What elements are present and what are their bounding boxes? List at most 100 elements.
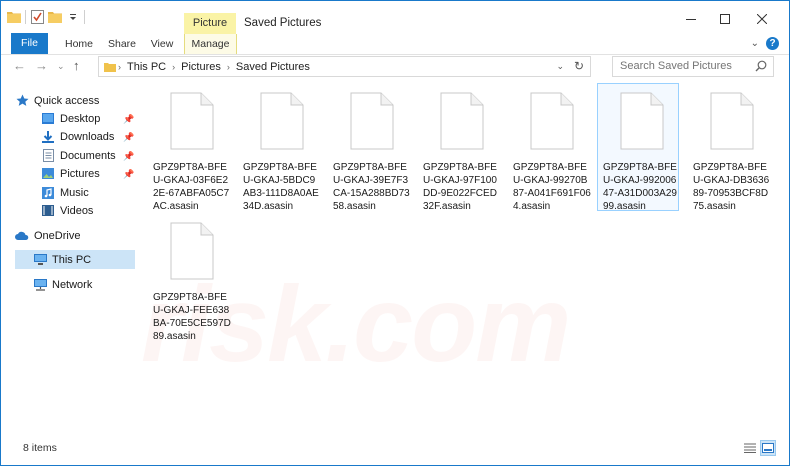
details-view-button[interactable] <box>742 440 758 456</box>
nav-network[interactable]: Network <box>15 275 135 294</box>
nav-pictures-label: Pictures <box>60 167 100 180</box>
maximize-icon <box>720 14 730 24</box>
folder-icon <box>7 10 21 24</box>
minimize-icon <box>686 19 696 20</box>
nav-music-label: Music <box>60 186 89 199</box>
file-item[interactable]: GPZ9PT8A-BFEU-GKAJ-5BDC9AB3-111D8A0AE34D… <box>239 85 321 213</box>
refresh-icon[interactable]: ↻ <box>574 59 584 73</box>
maximize-button[interactable] <box>715 11 735 27</box>
file-item[interactable]: GPZ9PT8A-BFEU-GKAJ-DB363689-70953BCF8D75… <box>689 85 771 213</box>
properties-icon[interactable] <box>30 10 44 24</box>
nav-network-label: Network <box>52 278 93 291</box>
file-item[interactable]: GPZ9PT8A-BFEU-GKAJ-99270B87-A041F691F064… <box>509 85 591 213</box>
blank-file-icon <box>710 92 754 150</box>
nav-this-pc-label: This PC <box>52 253 92 266</box>
large-icons-view-button[interactable] <box>760 440 776 456</box>
breadcrumb-saved-pictures[interactable]: Saved Pictures <box>232 61 314 73</box>
file-name: GPZ9PT8A-BFEU-GKAJ-39E7F3CA-15A288BD7358… <box>333 162 410 212</box>
nav-desktop[interactable]: Desktop <box>41 109 135 128</box>
blank-file-icon <box>440 92 484 150</box>
help-icon[interactable]: ? <box>766 37 779 50</box>
address-dropdown-icon[interactable]: ⌄ <box>556 61 564 72</box>
tab-share[interactable]: Share <box>102 34 142 54</box>
large-icons-view-icon <box>762 443 774 453</box>
network-icon <box>33 278 47 292</box>
cloud-icon <box>15 229 29 243</box>
nav-quick-access[interactable]: Quick access <box>15 91 149 110</box>
nav-documents[interactable]: Documents <box>41 146 135 165</box>
breadcrumb-separator[interactable]: › <box>116 62 123 72</box>
file-name: GPZ9PT8A-BFEU-GKAJ-FEE638BA-70E5CE597D89… <box>153 292 231 342</box>
pin-icon[interactable]: 📌 <box>123 114 134 125</box>
file-name: GPZ9PT8A-BFEU-GKAJ-5BDC9AB3-111D8A0AE34D… <box>243 162 319 212</box>
breadcrumb-pictures[interactable]: Pictures <box>177 61 225 73</box>
minimize-button[interactable] <box>681 11 701 27</box>
breadcrumb-separator[interactable]: › <box>170 62 177 72</box>
file-item[interactable]: GPZ9PT8A-BFEU-GKAJ-97F100DD-9E022FCED32F… <box>419 85 501 213</box>
forward-button[interactable]: → <box>35 58 48 73</box>
picture-tools-header: Picture Tools <box>184 13 236 50</box>
nav-documents-label: Documents <box>60 149 116 162</box>
breadcrumb-this-pc[interactable]: This PC <box>123 61 170 73</box>
navigation-pane: Quick access Desktop 📌 Downloads 📌 Docum… <box>1 81 135 436</box>
star-icon <box>15 94 29 108</box>
recent-locations-icon[interactable]: ⌄ <box>57 61 65 72</box>
videos-icon <box>41 204 55 218</box>
file-name: GPZ9PT8A-BFEU-GKAJ-99270B87-A041F691F064… <box>513 162 591 212</box>
quick-access-toolbar <box>7 10 85 24</box>
tab-view[interactable]: View <box>144 34 180 54</box>
file-name: GPZ9PT8A-BFEU-GKAJ-03F6E22E-67ABFA05C7AC… <box>153 162 230 212</box>
pin-icon[interactable]: 📌 <box>123 169 134 180</box>
desktop-icon <box>41 112 55 126</box>
nav-desktop-label: Desktop <box>60 112 101 125</box>
nav-quick-access-label: Quick access <box>34 94 100 107</box>
breadcrumb-separator[interactable]: › <box>225 62 232 72</box>
status-bar: 8 items <box>1 438 789 460</box>
nav-downloads-label: Downloads <box>60 130 115 143</box>
explorer-window: Picture Tools Saved Pictures File Home S… <box>0 0 790 466</box>
address-bar[interactable]: › This PC › Pictures › Saved Pictures ⌄ … <box>98 56 591 77</box>
nav-this-pc[interactable]: This PC <box>15 250 135 269</box>
details-view-icon <box>744 443 756 453</box>
search-icon[interactable] <box>755 60 767 75</box>
file-name: GPZ9PT8A-BFEU-GKAJ-DB363689-70953BCF8D75… <box>693 162 770 212</box>
toolbar-separator <box>25 10 26 24</box>
file-item-selected[interactable]: GPZ9PT8A-BFEU-GKAJ-99200647-A31D003A2999… <box>597 83 679 212</box>
blank-file-icon <box>530 92 574 150</box>
tab-file[interactable]: File <box>11 33 48 54</box>
blank-file-icon <box>620 92 664 150</box>
blank-file-icon <box>170 92 214 150</box>
file-item[interactable]: GPZ9PT8A-BFEU-GKAJ-03F6E22E-67ABFA05C7AC… <box>149 85 231 213</box>
computer-icon <box>33 253 47 267</box>
file-item[interactable]: GPZ9PT8A-BFEU-GKAJ-39E7F3CA-15A288BD7358… <box>329 85 411 213</box>
nav-music[interactable]: Music <box>41 183 135 202</box>
nav-downloads[interactable]: Downloads <box>41 127 135 146</box>
title-bar: Picture Tools Saved Pictures <box>1 1 789 50</box>
pin-icon[interactable]: 📌 <box>123 151 134 162</box>
downloads-icon <box>41 130 55 144</box>
nav-onedrive[interactable]: OneDrive <box>15 226 135 245</box>
documents-icon <box>41 149 55 163</box>
pictures-icon <box>41 167 55 181</box>
ribbon-tabs: File Home Share View Manage ⌄ ? <box>1 33 789 55</box>
close-button[interactable] <box>752 11 772 27</box>
back-button[interactable]: ← <box>13 58 26 73</box>
music-icon <box>41 186 55 200</box>
toolbar-separator <box>84 10 85 24</box>
tab-manage[interactable]: Manage <box>184 34 237 54</box>
customize-toolbar-icon[interactable] <box>66 10 80 24</box>
file-item[interactable]: GPZ9PT8A-BFEU-GKAJ-FEE638BA-70E5CE597D89… <box>149 215 231 343</box>
tab-home[interactable]: Home <box>58 34 100 54</box>
nav-pictures[interactable]: Pictures <box>41 164 135 183</box>
expand-ribbon-icon[interactable]: ⌄ <box>751 38 759 49</box>
blank-file-icon <box>260 92 304 150</box>
this-pc-icon <box>99 62 116 72</box>
close-icon <box>757 14 767 24</box>
up-button[interactable]: ↑ <box>73 58 80 73</box>
pin-icon[interactable]: 📌 <box>123 132 134 143</box>
search-box[interactable] <box>612 56 774 77</box>
search-input[interactable] <box>613 57 750 74</box>
nav-videos-label: Videos <box>60 204 94 217</box>
new-folder-icon[interactable] <box>48 10 62 24</box>
nav-videos[interactable]: Videos <box>41 201 135 220</box>
